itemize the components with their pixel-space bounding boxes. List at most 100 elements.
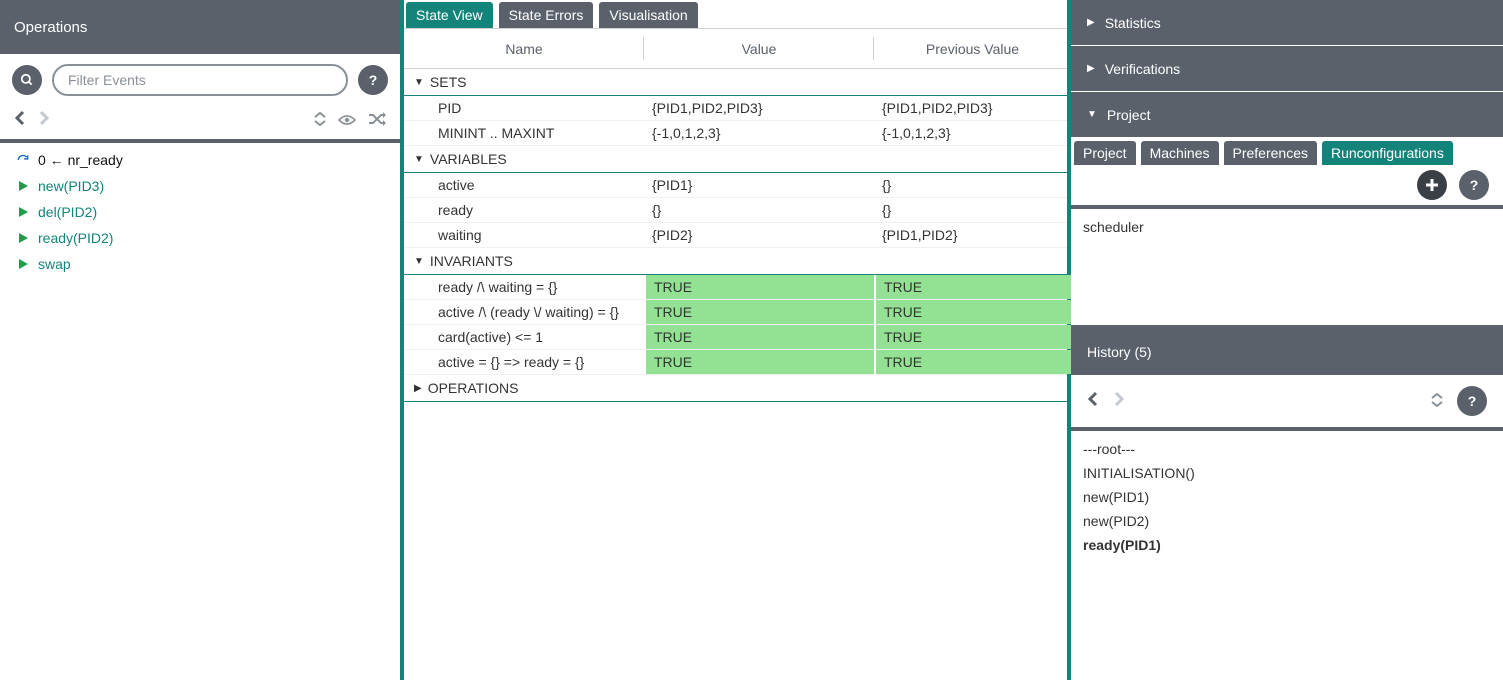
tab-project[interactable]: Project xyxy=(1074,141,1136,165)
history-item[interactable]: new(PID2) xyxy=(1081,509,1493,533)
history-forward-icon[interactable] xyxy=(1113,391,1125,412)
table-row[interactable]: ready{}{} xyxy=(404,198,1067,223)
state-section-variables[interactable]: ▼VARIABLES xyxy=(404,146,1067,173)
operations-toolbar: ? xyxy=(0,54,400,106)
table-row[interactable]: MININT .. MAXINT{-1,0,1,2,3}{-1,0,1,2,3} xyxy=(404,121,1067,146)
state-tabs: State ViewState ErrorsVisualisation xyxy=(404,0,1067,28)
tab-preferences[interactable]: Preferences xyxy=(1224,141,1317,165)
operation-item[interactable]: ready(PID2) xyxy=(0,225,400,251)
operations-list: 0 ← nr_ready new(PID3) del(PID2) ready(PID2… xyxy=(0,143,400,281)
section-title: SETS xyxy=(430,74,467,90)
accordion-verifications[interactable]: ▶Verifications xyxy=(1071,46,1503,92)
history-item[interactable]: ---root--- xyxy=(1081,437,1493,461)
search-icon[interactable] xyxy=(12,65,42,95)
cell-name: MININT .. MAXINT xyxy=(404,121,644,145)
col-name: Name xyxy=(404,29,644,68)
sort-icon[interactable] xyxy=(1431,393,1443,410)
history-title: History (5) xyxy=(1087,344,1152,360)
filter-events-input[interactable] xyxy=(52,64,348,96)
cell-name: card(active) <= 1 xyxy=(404,325,644,349)
section-title: INVARIANTS xyxy=(430,253,513,269)
help-icon[interactable]: ? xyxy=(1457,386,1487,416)
table-row[interactable]: active = {} => ready = {}TRUETRUE xyxy=(404,350,1067,375)
operation-item[interactable]: new(PID3) xyxy=(0,173,400,199)
operation-item[interactable]: swap xyxy=(0,251,400,277)
history-back-icon[interactable] xyxy=(1087,391,1099,412)
tab-visualisation[interactable]: Visualisation xyxy=(599,2,697,28)
state-section-sets[interactable]: ▼SETS xyxy=(404,69,1067,96)
cell-name: active xyxy=(404,173,644,197)
section-title: OPERATIONS xyxy=(428,380,519,396)
right-panel: ▶Statistics▶Verifications▼Project Projec… xyxy=(1071,0,1503,680)
col-prev: Previous Value xyxy=(874,29,1071,68)
cell-value: {} xyxy=(644,198,874,222)
cell-value: {PID2} xyxy=(644,223,874,247)
state-section-operations[interactable]: ▶OPERATIONS xyxy=(404,375,1067,402)
state-section-invariants[interactable]: ▼ INVARIANTS xyxy=(404,248,1067,275)
tab-state-errors[interactable]: State Errors xyxy=(499,2,594,28)
cell-name: ready /\ waiting = {} xyxy=(404,275,644,299)
table-row[interactable]: active{PID1}{} xyxy=(404,173,1067,198)
table-row[interactable]: waiting{PID2}{PID1,PID2} xyxy=(404,223,1067,248)
operations-nav xyxy=(0,106,400,143)
table-row[interactable]: ready /\ waiting = {}TRUETRUE xyxy=(404,275,1067,300)
project-body: scheduler xyxy=(1071,209,1503,329)
history-item[interactable]: ready(PID1) xyxy=(1081,533,1493,557)
table-row[interactable]: PID{PID1,PID2,PID3}{PID1,PID2,PID3} xyxy=(404,96,1067,121)
cell-value: {-1,0,1,2,3} xyxy=(644,121,874,145)
cell-name: active /\ (ready \/ waiting) = {} xyxy=(404,300,644,324)
operations-title: Operations xyxy=(14,19,87,36)
play-icon xyxy=(16,232,30,244)
refresh-icon xyxy=(16,153,30,167)
cell-previous: TRUE xyxy=(874,300,1071,324)
chevron-down-icon: ▼ xyxy=(1087,109,1097,120)
chevron-down-icon: ▼ xyxy=(414,256,424,267)
eye-icon[interactable] xyxy=(338,113,356,129)
history-list: ---root---INITIALISATION()new(PID1)new(P… xyxy=(1071,431,1503,563)
history-item[interactable]: INITIALISATION() xyxy=(1081,461,1493,485)
chevron-down-icon: ▼ xyxy=(414,154,424,165)
cell-previous: {} xyxy=(874,173,1071,197)
nav-back-icon[interactable] xyxy=(14,110,26,131)
operation-item[interactable]: del(PID2) xyxy=(0,199,400,225)
help-icon[interactable]: ? xyxy=(1459,170,1489,200)
cell-previous: {PID1,PID2,PID3} xyxy=(874,96,1071,120)
project-item[interactable]: scheduler xyxy=(1083,219,1491,235)
play-icon xyxy=(16,258,30,270)
cell-value: TRUE xyxy=(644,325,874,349)
accordion-statistics[interactable]: ▶Statistics xyxy=(1071,0,1503,46)
operation-label: 0 ← nr_ready xyxy=(38,152,123,168)
sort-icon[interactable] xyxy=(314,112,326,129)
history-item[interactable]: new(PID1) xyxy=(1081,485,1493,509)
cell-previous: {-1,0,1,2,3} xyxy=(874,121,1071,145)
tab-runconfigurations[interactable]: Runconfigurations xyxy=(1322,141,1453,165)
accordion-label: Statistics xyxy=(1105,15,1161,31)
operation-label: new(PID3) xyxy=(38,178,104,194)
project-actions: ? xyxy=(1071,165,1503,209)
tab-state-view[interactable]: State View xyxy=(406,2,493,28)
random-icon[interactable] xyxy=(368,112,386,129)
state-table: Name Value Previous Value ▼SETSPID{PID1,… xyxy=(404,28,1067,402)
cell-value: {PID1,PID2,PID3} xyxy=(644,96,874,120)
cell-value: {PID1} xyxy=(644,173,874,197)
cell-previous: {PID1,PID2} xyxy=(874,223,1071,247)
add-icon[interactable] xyxy=(1417,170,1447,200)
cell-value: TRUE xyxy=(644,300,874,324)
operation-label: del(PID2) xyxy=(38,204,97,220)
table-row[interactable]: card(active) <= 1TRUETRUE xyxy=(404,325,1067,350)
state-table-head: Name Value Previous Value xyxy=(404,29,1067,69)
accordion-project[interactable]: ▼Project xyxy=(1071,92,1503,138)
cell-previous: {} xyxy=(874,198,1071,222)
play-icon xyxy=(16,180,30,192)
cell-previous: TRUE xyxy=(874,350,1071,374)
operation-item[interactable]: 0 ← nr_ready xyxy=(0,147,400,173)
cell-value: TRUE xyxy=(644,350,874,374)
project-tabs: ProjectMachinesPreferencesRunconfigurati… xyxy=(1071,138,1503,165)
help-icon[interactable]: ? xyxy=(358,65,388,95)
nav-forward-icon[interactable] xyxy=(38,110,50,131)
table-row[interactable]: active /\ (ready \/ waiting) = {}TRUETRU… xyxy=(404,300,1067,325)
state-panel: State ViewState ErrorsVisualisation Name… xyxy=(404,0,1071,680)
tab-machines[interactable]: Machines xyxy=(1141,141,1219,165)
operations-panel: Operations ? 0 ← nr_ready new(PID3) del(PI… xyxy=(0,0,404,680)
col-value: Value xyxy=(644,29,874,68)
